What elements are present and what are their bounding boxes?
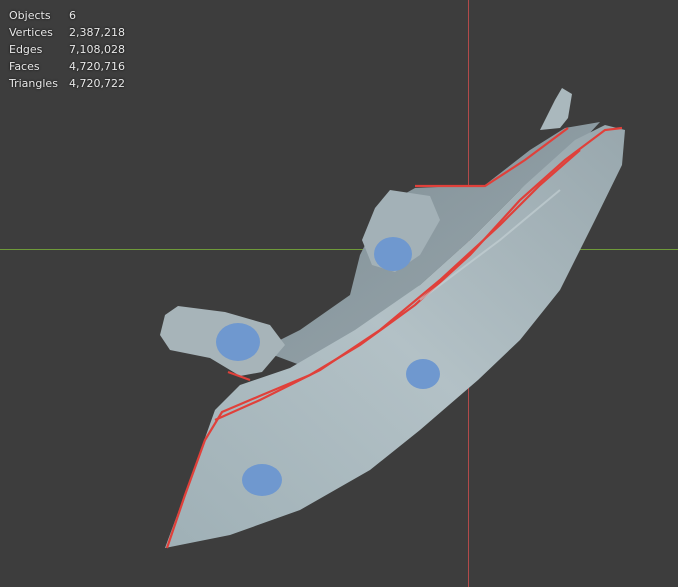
stat-row-vertices: Vertices 2,387,218 xyxy=(9,24,125,41)
3d-viewport[interactable]: Objects 6 Vertices 2,387,218 Edges 7,108… xyxy=(0,0,678,587)
stat-label: Vertices xyxy=(9,26,53,39)
stat-row-faces: Faces 4,720,716 xyxy=(9,58,125,75)
stat-value: 4,720,722 xyxy=(69,77,125,90)
stat-row-triangles: Triangles 4,720,722 xyxy=(9,75,125,92)
stat-row-edges: Edges 7,108,028 xyxy=(9,41,125,58)
statistics-overlay: Objects 6 Vertices 2,387,218 Edges 7,108… xyxy=(9,7,125,92)
stat-row-objects: Objects 6 xyxy=(9,7,125,24)
marker-tab-left xyxy=(216,323,260,361)
stat-value: 7,108,028 xyxy=(69,43,125,56)
mounting-tab-spike xyxy=(540,88,572,130)
stat-value: 2,387,218 xyxy=(69,26,125,39)
stat-label: Faces xyxy=(9,60,40,73)
stat-value: 4,720,716 xyxy=(69,60,125,73)
stat-label: Objects xyxy=(9,9,51,22)
marker-shell-low xyxy=(242,464,282,496)
stat-label: Edges xyxy=(9,43,43,56)
stat-label: Triangles xyxy=(9,77,58,90)
marker-shell-mid xyxy=(406,359,440,389)
stat-value: 6 xyxy=(69,9,76,22)
marker-tab-top xyxy=(374,237,412,271)
